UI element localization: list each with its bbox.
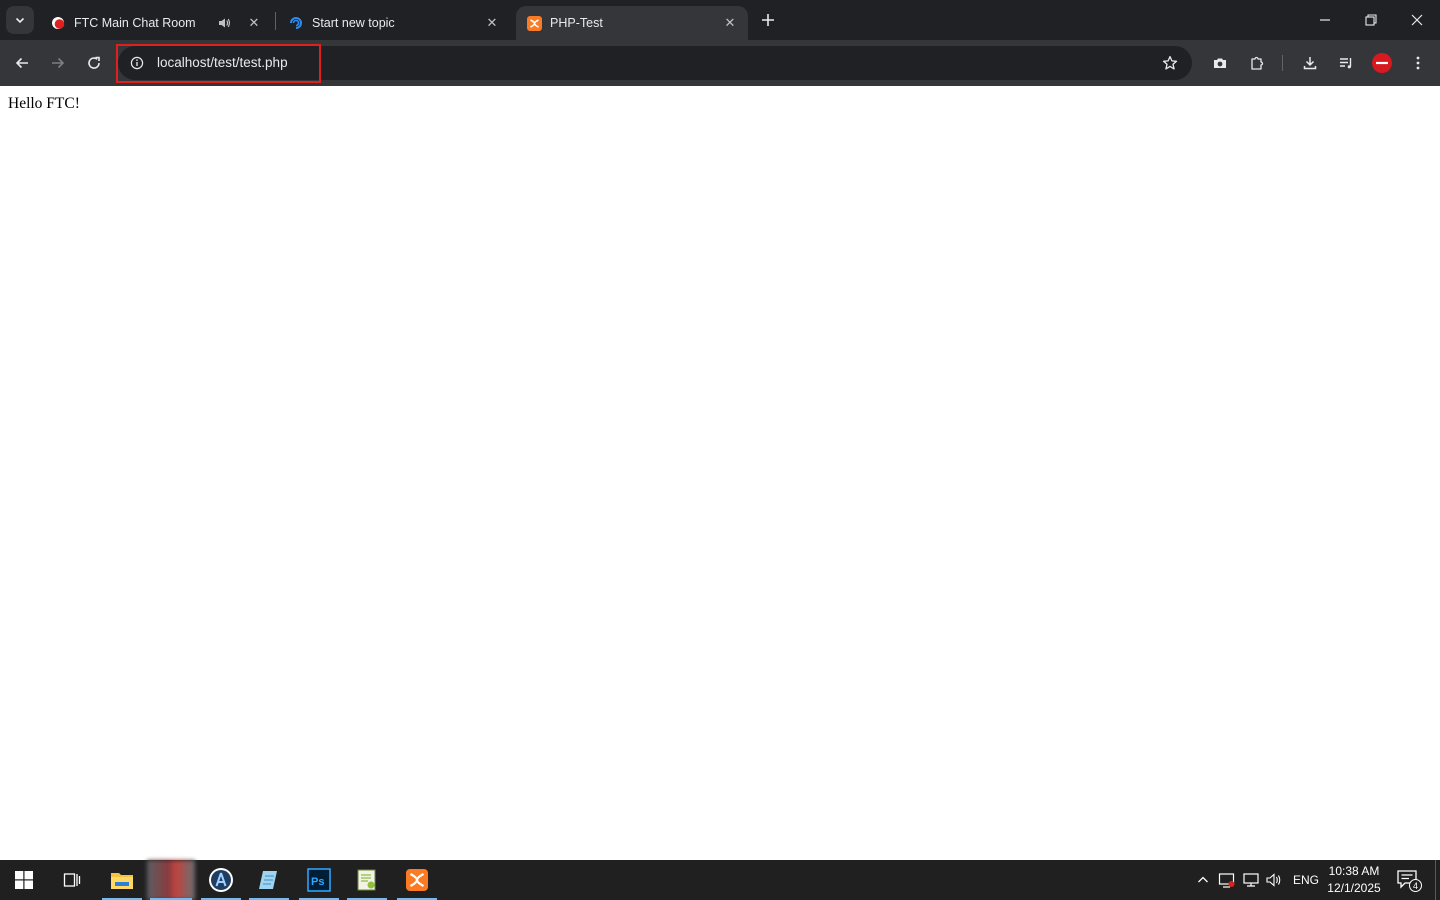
extensions-button[interactable]	[1243, 49, 1271, 77]
xampp-icon	[406, 869, 428, 891]
plus-icon	[762, 14, 774, 26]
forum-favicon-icon	[288, 15, 304, 31]
close-window-button[interactable]	[1394, 0, 1440, 40]
tab-start-new-topic[interactable]: Start new topic ✕	[278, 6, 510, 40]
android-studio-icon	[209, 868, 233, 892]
extensions-icon	[1251, 56, 1264, 70]
camera-icon	[1214, 58, 1226, 68]
downloads-button[interactable]	[1296, 49, 1324, 77]
forward-icon	[52, 57, 65, 69]
taskbar-notepad-plus-plus[interactable]	[343, 860, 391, 900]
tab-title: FTC Main Chat Room	[74, 16, 196, 30]
close-icon[interactable]: ✕	[722, 15, 738, 31]
tray-overflow-chevron-up-icon[interactable]	[1193, 870, 1213, 890]
toolbar-divider	[1282, 55, 1283, 71]
restore-icon	[1365, 14, 1377, 26]
xampp-favicon-icon	[526, 15, 542, 31]
notepad-icon	[259, 871, 277, 889]
media-control-button[interactable]	[1332, 49, 1360, 77]
page-text: Hello FTC!	[8, 95, 80, 112]
svg-text:Ps: Ps	[311, 876, 324, 888]
star-icon	[1162, 55, 1178, 70]
restore-button[interactable]	[1348, 0, 1394, 40]
taskbar-file-explorer[interactable]	[98, 860, 146, 900]
tab-php-test[interactable]: PHP-Test ✕	[516, 6, 748, 40]
tray-language-indicator[interactable]: ENG	[1293, 873, 1319, 887]
bookmark-button[interactable]	[1156, 49, 1184, 77]
tab-divider	[275, 12, 276, 30]
web-page-content: Hello FTC!	[0, 86, 1440, 860]
browser-tab-strip: FTC Main Chat Room ✕ Start new topic ✕ P…	[0, 0, 1440, 40]
close-icon	[1411, 14, 1423, 26]
tab-search-button[interactable]	[6, 6, 34, 34]
blurred-app-icon	[147, 860, 195, 900]
tray-network-icon[interactable]	[1241, 870, 1261, 890]
task-view-icon	[63, 873, 81, 887]
speaker-icon[interactable]	[216, 15, 232, 31]
chat-room-favicon-icon	[50, 15, 66, 31]
tray-time: 10:38 AM	[1328, 864, 1380, 878]
minimize-icon	[1320, 19, 1330, 21]
tab-ftc-main-chat-room[interactable]: FTC Main Chat Room ✕	[40, 6, 272, 40]
show-desktop-button[interactable]	[1435, 860, 1440, 900]
taskbar-photoshop[interactable]: Ps	[295, 860, 343, 900]
back-button[interactable]	[8, 49, 36, 77]
file-explorer-icon	[111, 873, 133, 889]
screenshot-button[interactable]	[1206, 49, 1234, 77]
notification-count-badge: 4	[1409, 879, 1422, 892]
tray-security-icon[interactable]	[1217, 870, 1237, 890]
tray-clock[interactable]: 10:38 AM 12/1/2025	[1322, 863, 1386, 897]
chevron-down-icon	[15, 17, 25, 24]
profile-avatar-icon	[1372, 53, 1392, 73]
minimize-button[interactable]	[1302, 0, 1348, 40]
address-highlight-box	[116, 44, 321, 83]
forward-button[interactable]	[44, 49, 72, 77]
windows-start-icon	[15, 871, 33, 889]
windows-taskbar: Ps ENG 10:38 AM 12/1/2025 4	[0, 860, 1440, 900]
close-icon[interactable]: ✕	[246, 15, 262, 31]
taskbar-android-studio[interactable]	[197, 860, 245, 900]
media-playlist-icon	[1340, 58, 1352, 69]
reload-button[interactable]	[80, 49, 108, 77]
menu-dots-icon	[1416, 56, 1420, 70]
close-icon[interactable]: ✕	[484, 15, 500, 31]
task-view-button[interactable]	[48, 860, 96, 900]
taskbar-blurred-app[interactable]	[146, 860, 196, 900]
download-icon	[1303, 57, 1317, 70]
profile-button[interactable]	[1368, 49, 1396, 77]
browser-toolbar: localhost/test/test.php	[0, 40, 1440, 86]
tab-title: Start new topic	[312, 16, 395, 30]
new-tab-button[interactable]	[756, 8, 780, 32]
start-button[interactable]	[0, 860, 48, 900]
taskbar-xampp[interactable]	[393, 860, 441, 900]
action-center-button[interactable]: 4	[1396, 868, 1422, 892]
browser-menu-button[interactable]	[1404, 49, 1432, 77]
tray-date: 12/1/2025	[1327, 881, 1381, 895]
back-icon	[15, 57, 28, 69]
photoshop-icon: Ps	[307, 868, 331, 892]
tab-title: PHP-Test	[550, 16, 603, 30]
reload-icon	[88, 56, 100, 69]
notepad-plus-plus-icon	[357, 869, 376, 891]
tray-volume-icon[interactable]	[1264, 870, 1284, 890]
taskbar-notepad[interactable]	[245, 860, 293, 900]
